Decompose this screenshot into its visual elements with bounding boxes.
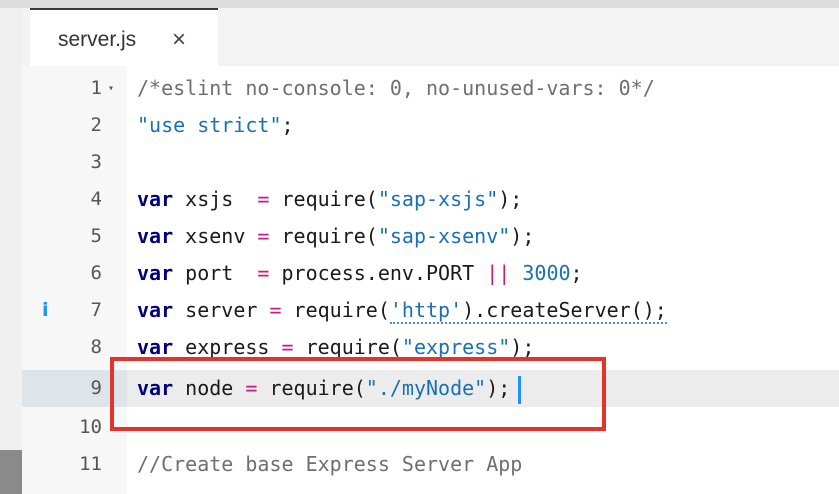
line-number: 1 [90, 77, 102, 99]
code-line[interactable]: 10 [0, 409, 839, 446]
code-line[interactable]: i 7 var server = require('http').createS… [0, 292, 839, 329]
code-line[interactable]: 11 //Create base Express Server App [0, 446, 839, 483]
line-number: 4 [90, 188, 102, 210]
line-number: 6 [90, 262, 102, 284]
code-text: var xsenv = require("sap-xsenv"); [137, 224, 535, 248]
code-line[interactable]: 1 ▾ /*eslint no-console: 0, no-unused-va… [0, 70, 839, 107]
code-line[interactable]: 6 var port = process.env.PORT || 3000; [0, 255, 839, 292]
code-line[interactable]: 3 [0, 144, 839, 181]
line-number: 11 [79, 453, 102, 475]
code-line[interactable]: 5 var xsenv = require("sap-xsenv"); [0, 218, 839, 255]
code-line-current[interactable]: 9 var node = require("./myNode"); [0, 370, 839, 407]
code-text: "use strict"; [137, 113, 294, 137]
tab-server-js[interactable]: server.js × [30, 8, 218, 66]
code-text: var port = process.env.PORT || 3000; [137, 261, 583, 285]
window-top-bar [0, 0, 839, 8]
tab-label: server.js [58, 28, 137, 51]
code-text: /*eslint no-console: 0, no-unused-vars: … [137, 76, 655, 100]
code-text: var server = require('http').createServe… [137, 298, 667, 324]
line-number: 9 [90, 377, 102, 399]
line-number: 10 [79, 416, 102, 438]
line-number: 8 [90, 336, 102, 358]
code-text: var xsjs = require("sap-xsjs"); [137, 187, 523, 211]
text-cursor [518, 375, 522, 404]
line-number: 3 [90, 151, 102, 173]
code-line[interactable]: 4 var xsjs = require("sap-xsjs"); [0, 181, 839, 218]
line-number: 5 [90, 225, 102, 247]
line-8-overlap-mask [128, 358, 608, 366]
code-text: //Create base Express Server App [137, 452, 523, 476]
line-number: 2 [90, 114, 102, 136]
fold-toggle-icon[interactable]: ▾ [108, 70, 114, 107]
close-icon[interactable]: × [172, 26, 186, 54]
code-text: var node = require("./myNode"); [137, 370, 522, 407]
line-number: 7 [90, 299, 102, 321]
code-line[interactable]: 2 "use strict"; [0, 107, 839, 144]
